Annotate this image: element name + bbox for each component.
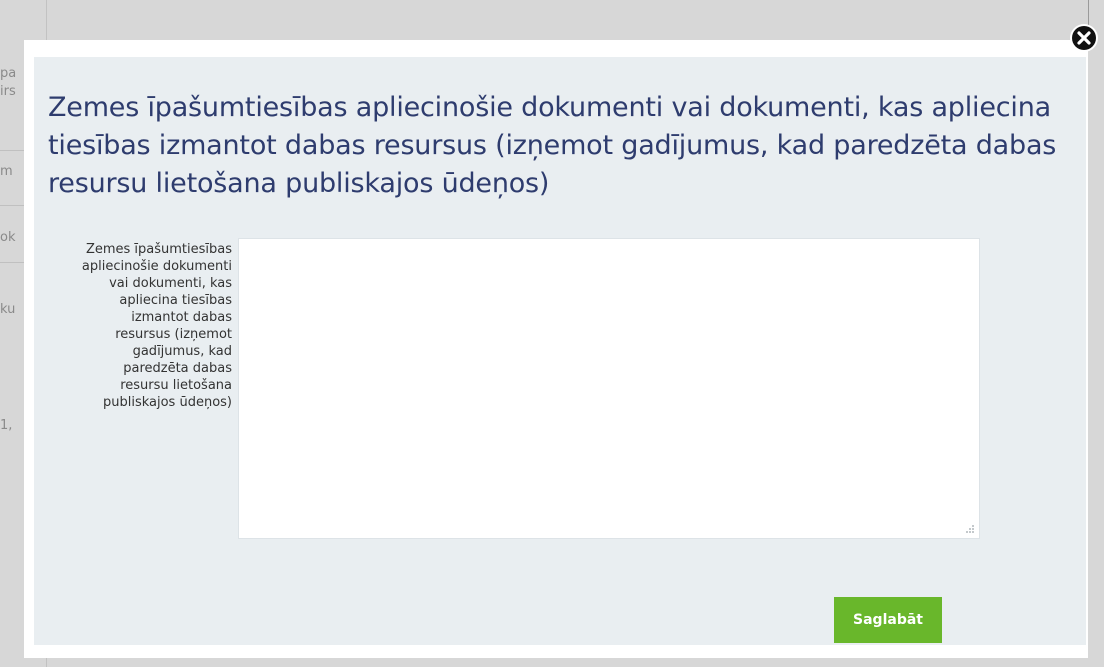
modal-dialog: Zemes īpašumtiesības apliecinošie dokume… [24, 40, 1088, 658]
save-button[interactable]: Saglabāt [834, 597, 942, 643]
field-label: Zemes īpašumtiesības apliecinošie dokume… [81, 242, 232, 410]
background-text-fragment: irs [0, 84, 16, 99]
background-divider [0, 150, 24, 151]
background-text-fragment: 1, [0, 418, 13, 433]
background-text-fragment: m [0, 164, 13, 179]
document-textarea[interactable] [238, 238, 980, 539]
close-icon[interactable] [1069, 23, 1099, 53]
background-divider [0, 205, 24, 206]
background-text-fragment: pa [0, 66, 17, 81]
background-text-fragment: ok [0, 230, 16, 245]
modal-title: Zemes īpašumtiesības apliecinošie dokume… [48, 92, 1057, 199]
background-text-fragment: ku [0, 302, 16, 317]
resize-grip-icon[interactable] [963, 522, 975, 534]
background-divider [0, 262, 24, 263]
modal-content: Zemes īpašumtiesības apliecinošie dokume… [34, 57, 1086, 645]
